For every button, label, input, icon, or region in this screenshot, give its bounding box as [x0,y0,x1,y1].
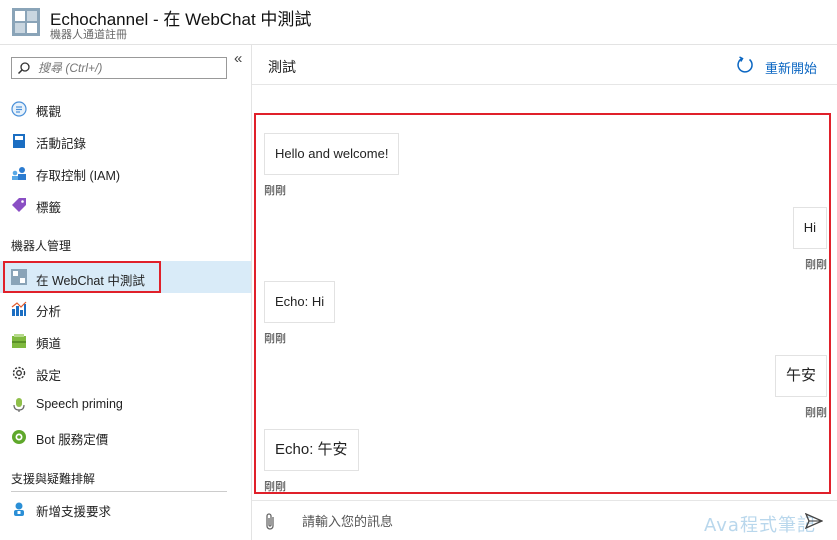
analytics-icon [11,301,27,316]
search-input[interactable] [38,60,223,76]
page-header: Echochannel - 在 WebChat 中測試 機器人通道註冊 [0,0,837,45]
divider [11,491,227,492]
sidebar: « 概觀 活動記錄 存取控制 (IAM) 標籤 機器人管理 [0,45,252,540]
message-timestamp: 剛剛 [264,333,286,345]
activity-log-icon [13,134,25,148]
sidebar-item-pricing[interactable]: Bot 服務定價 [0,423,251,451]
highlight-box [3,261,161,293]
sidebar-item-label: 概觀 [36,105,62,119]
bot-message: Echo: 午安 [264,429,359,471]
sidebar-item-new-support-request[interactable]: 新增支援要求 [0,495,251,523]
sidebar-item-overview[interactable]: 概觀 [0,95,251,123]
tag-icon [12,198,26,212]
search-box[interactable] [11,57,227,79]
bot-message: Echo: Hi [264,281,336,323]
sidebar-item-webchat[interactable]: 在 WebChat 中測試 [0,261,251,293]
collapse-sidebar-button[interactable]: « [234,50,242,67]
channels-icon [12,334,26,348]
send-icon[interactable] [805,513,823,529]
message-input[interactable] [302,511,722,531]
sidebar-item-label: 新增支援要求 [36,505,112,519]
webchat-panel: 測試 重新開始 Hello and welcome! 剛剛 Hi 剛剛 Echo… [252,45,837,540]
panel-title: 測試 [268,59,296,75]
sidebar-item-label: 活動記錄 [36,137,87,151]
sidebar-item-activity-log[interactable]: 活動記錄 [0,127,251,155]
panel-header: 測試 重新開始 [252,45,837,85]
microphone-icon [13,398,25,412]
support-icon [14,502,24,516]
sidebar-item-label: 頻道 [36,337,62,351]
user-message: 午安 [774,355,827,397]
watermark: Ava程式筆記 [704,515,816,536]
paperclip-icon[interactable] [262,512,278,532]
sidebar-item-channels[interactable]: 頻道 [0,327,251,355]
overview-icon [11,101,27,117]
sidebar-item-analytics[interactable]: 分析 [0,295,251,323]
sidebar-item-label: Bot 服務定價 [36,433,109,447]
search-icon [17,62,30,75]
message-composer: Ava程式筆記 [252,500,837,540]
restart-label: 重新開始 [765,61,818,76]
page-subtitle: 機器人通道註冊 [50,29,127,41]
bot-registration-icon [12,8,40,36]
pricing-icon [12,430,26,444]
sidebar-item-iam[interactable]: 存取控制 (IAM) [0,159,251,187]
message-timestamp: 剛剛 [805,407,827,419]
chat-transcript: Hello and welcome! 剛剛 Hi 剛剛 Echo: Hi 剛剛 … [254,113,831,494]
user-message: Hi [792,207,827,249]
sidebar-item-tags[interactable]: 標籤 [0,191,251,219]
section-support: 支援與疑難排解 [11,472,96,486]
sidebar-item-label: 存取控制 (IAM) [36,169,121,183]
gear-icon [12,366,26,380]
section-bot-management: 機器人管理 [11,239,72,253]
sidebar-item-speech-priming[interactable]: Speech priming [0,391,251,419]
iam-icon [12,167,26,180]
sidebar-item-label: Speech priming [36,397,123,411]
refresh-icon [737,56,753,73]
message-timestamp: 剛剛 [805,259,827,271]
bot-message: Hello and welcome! [264,133,400,175]
sidebar-item-label: 標籤 [36,201,62,215]
message-timestamp: 剛剛 [264,185,286,197]
message-timestamp: 剛剛 [264,481,286,493]
sidebar-item-settings[interactable]: 設定 [0,359,251,387]
sidebar-item-label: 設定 [36,369,62,383]
sidebar-item-label: 分析 [36,305,62,319]
